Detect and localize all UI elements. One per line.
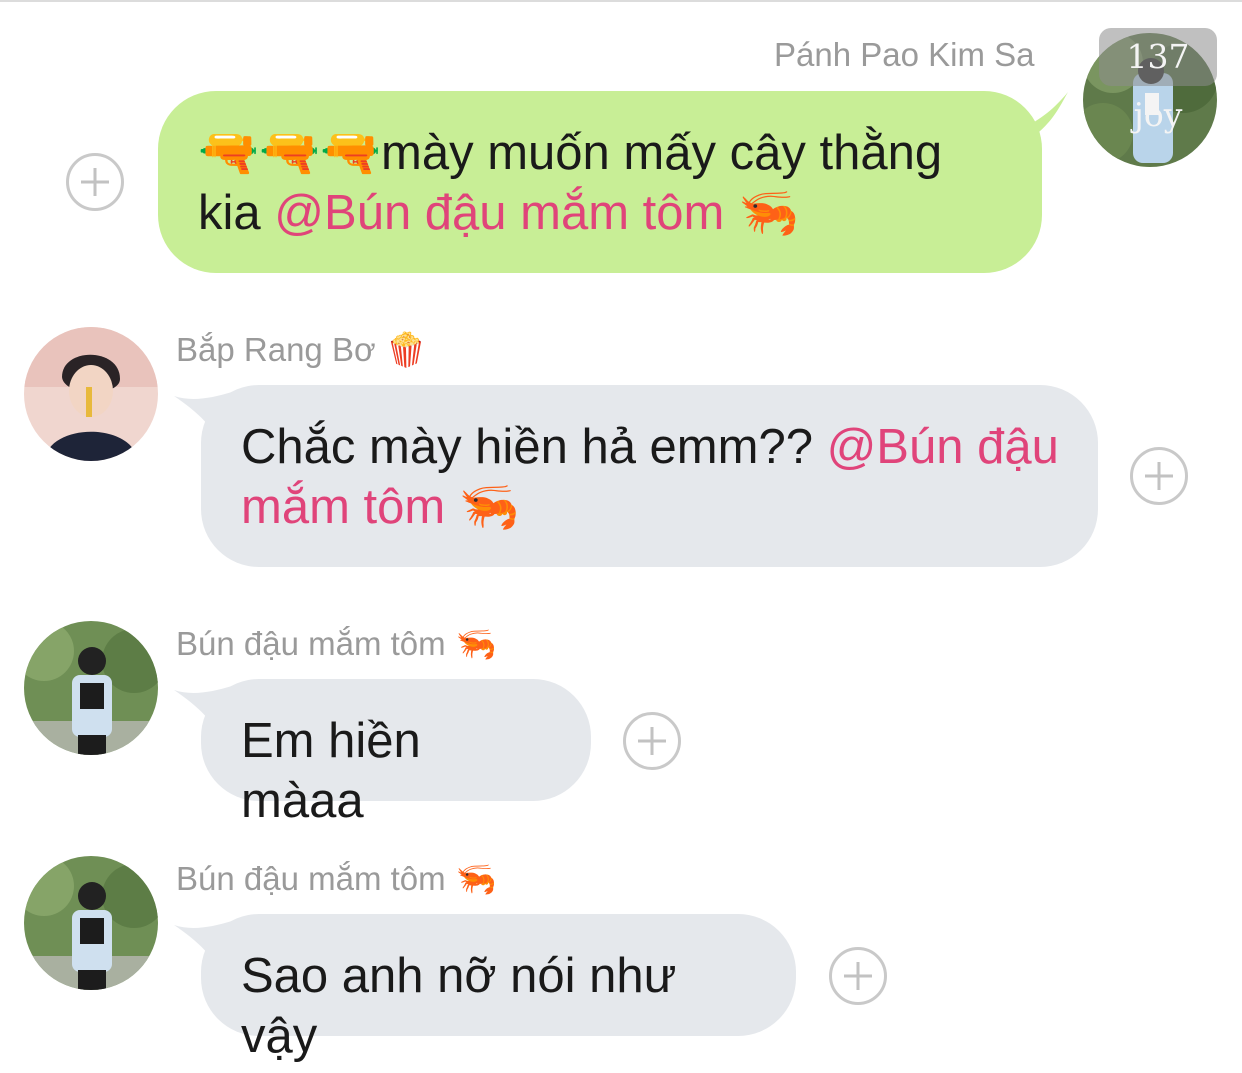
sender-name: Pánh Pao Kim Sa	[774, 36, 1035, 74]
bubble-tail	[174, 686, 232, 730]
avatar[interactable]	[24, 621, 158, 755]
shrimp-icon: 🦐	[455, 624, 497, 663]
shrimp-icon: 🦐	[458, 478, 520, 535]
avatar[interactable]	[24, 856, 158, 990]
sender-name-text: Bắp Rang Bơ	[176, 331, 376, 368]
add-reaction-button[interactable]	[623, 712, 681, 770]
reaction-badge: 137 joy	[1099, 28, 1217, 134]
sender-name-text: Pánh Pao Kim Sa	[774, 36, 1035, 73]
sender-name-text: Bún đậu mắm tôm	[176, 860, 446, 897]
add-reaction-button[interactable]	[66, 153, 124, 211]
bubble-tail	[174, 392, 232, 436]
add-reaction-button[interactable]	[829, 947, 887, 1005]
sender-name: Bún đậu mắm tôm 🦐	[176, 859, 497, 899]
bubble-tail	[174, 921, 232, 965]
message-bubble-incoming[interactable]: Chắc mày hiền hả emm?? @Bún đậu mắm tôm …	[201, 385, 1098, 567]
shrimp-icon: 🦐	[455, 859, 497, 898]
shrimp-icon: 🦐	[737, 184, 799, 241]
mention-link[interactable]: @Bún đậu mắm tôm	[274, 186, 724, 240]
avatar[interactable]	[24, 327, 158, 461]
sender-name-text: Bún đậu mắm tôm	[176, 625, 446, 662]
sender-name: Bắp Rang Bơ 🍿	[176, 330, 427, 370]
message-text: Chắc mày hiền hả emm??	[241, 420, 827, 474]
water-pistol-icon: 🔫🔫🔫	[198, 124, 382, 181]
sender-name: Bún đậu mắm tôm 🦐	[176, 624, 497, 664]
add-reaction-button[interactable]	[1130, 447, 1188, 505]
message-bubble-incoming[interactable]: Em hiền màaa	[201, 679, 591, 828]
message-bubble-outgoing[interactable]: 🔫🔫🔫mày muốn mấy cây thằng kia @Bún đậu m…	[158, 91, 1042, 273]
message-text: Sao anh nỡ nói như vậy	[241, 949, 677, 1063]
bubble-tail	[1000, 92, 1068, 136]
popcorn-icon: 🍿	[385, 330, 427, 369]
message-bubble-incoming[interactable]: Sao anh nỡ nói như vậy	[201, 914, 796, 1063]
top-divider	[0, 0, 1242, 2]
message-text: Em hiền màaa	[241, 714, 421, 828]
